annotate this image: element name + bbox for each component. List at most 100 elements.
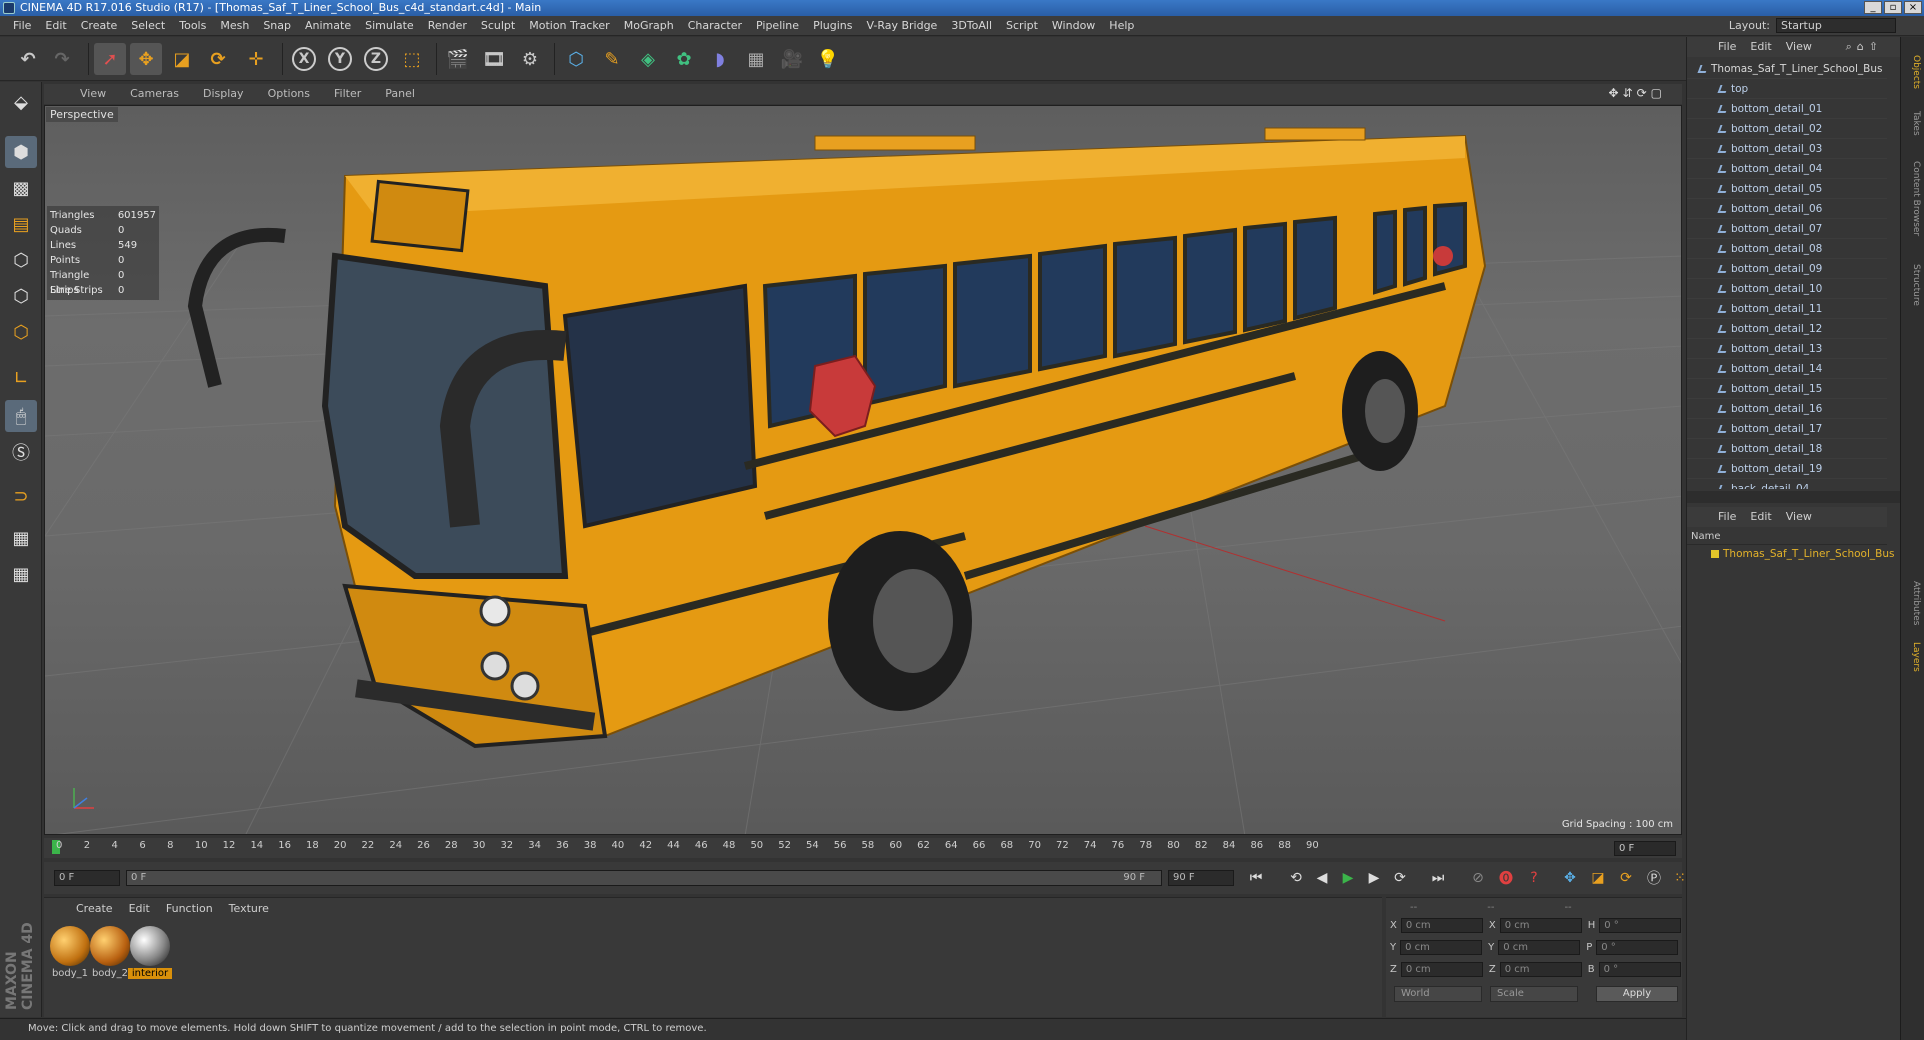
menu-file[interactable]: File: [6, 16, 38, 36]
key-parameter-icon[interactable]: Ⓟ: [1642, 866, 1666, 890]
search-icon[interactable]: ⌕: [1846, 40, 1852, 54]
object-list-item[interactable]: bottom_detail_14: [1687, 359, 1887, 379]
magnet-icon[interactable]: ⊃: [5, 480, 37, 512]
menu-window[interactable]: Window: [1045, 16, 1102, 36]
redo-icon[interactable]: ↷: [46, 43, 78, 75]
maximize-view-icon[interactable]: ▢: [1651, 86, 1662, 100]
render-to-picture-viewer-icon[interactable]: 🎞: [478, 43, 510, 75]
tab-layers[interactable]: Layers: [1905, 637, 1921, 677]
previous-key-icon[interactable]: ⟲: [1284, 866, 1308, 890]
menu-create[interactable]: Create: [74, 16, 125, 36]
tab-content-browser[interactable]: Content Browser: [1905, 149, 1921, 249]
minimize-button[interactable]: _: [1864, 1, 1882, 14]
deformer-icon[interactable]: ◗: [704, 43, 736, 75]
timeline-ruler[interactable]: 0 F 0 2 4 6 8 10 12 14 16 18 20 22 24 26 28 30 32 34 36 38 4…: [44, 838, 1682, 858]
key-scale-icon[interactable]: ◪: [1586, 866, 1610, 890]
material-swatch[interactable]: body_1: [48, 926, 92, 979]
material-menu-function[interactable]: Function: [158, 898, 221, 920]
tab-objects[interactable]: Objects: [1905, 47, 1921, 97]
object-list-item[interactable]: back_detail_04: [1687, 479, 1887, 489]
array-icon[interactable]: ✿: [668, 43, 700, 75]
coordinate-system-icon[interactable]: ⬚: [396, 43, 428, 75]
move-icon[interactable]: ✥: [130, 43, 162, 75]
perspective-viewport[interactable]: Perspective Triangles 601957 Quads 0 Lines 54…: [44, 105, 1682, 835]
start-frame-field[interactable]: 0 F: [54, 870, 120, 886]
menu-animate[interactable]: Animate: [298, 16, 358, 36]
object-list-item[interactable]: bottom_detail_07: [1687, 219, 1887, 239]
viewport-menu-view[interactable]: View: [68, 84, 118, 104]
keyframe-selection-icon[interactable]: ?: [1522, 866, 1546, 890]
orbit-icon[interactable]: ⟳: [1637, 86, 1647, 100]
menu-select[interactable]: Select: [124, 16, 172, 36]
scale-mode-dropdown[interactable]: Scale: [1490, 986, 1578, 1002]
scale-icon[interactable]: ◪: [166, 43, 198, 75]
viewport-camera-label[interactable]: Perspective: [46, 107, 118, 122]
material-menu-texture[interactable]: Texture: [221, 898, 277, 920]
menu-character[interactable]: Character: [681, 16, 749, 36]
menu-sculpt[interactable]: Sculpt: [474, 16, 522, 36]
menu-pipeline[interactable]: Pipeline: [749, 16, 806, 36]
object-list-item[interactable]: bottom_detail_18: [1687, 439, 1887, 459]
key-position-icon[interactable]: ✥: [1558, 866, 1582, 890]
material-swatch[interactable]: interior: [128, 926, 172, 979]
restore-button[interactable]: ▫: [1884, 1, 1902, 14]
object-list-item[interactable]: bottom_detail_03: [1687, 139, 1887, 159]
frame-range-slider[interactable]: 0 F 90 F: [126, 870, 1162, 886]
menu-render[interactable]: Render: [421, 16, 474, 36]
object-list-item[interactable]: bottom_detail_06: [1687, 199, 1887, 219]
coordinate-value-field[interactable]: 0 cm: [1400, 962, 1483, 977]
next-frame-icon[interactable]: ▶: [1362, 866, 1386, 890]
dolly-icon[interactable]: ⇵: [1623, 86, 1633, 100]
object-list-item[interactable]: bottom_detail_15: [1687, 379, 1887, 399]
object-list-item[interactable]: bottom_detail_19: [1687, 459, 1887, 479]
points-mode-icon[interactable]: ⬡: [5, 244, 37, 276]
apply-button[interactable]: Apply: [1596, 986, 1678, 1002]
coordinate-value-field[interactable]: 0 cm: [1400, 918, 1483, 933]
object-menu-edit[interactable]: Edit: [1743, 37, 1778, 57]
make-editable-icon[interactable]: ⬙: [5, 86, 37, 118]
menu-snap[interactable]: Snap: [256, 16, 298, 36]
autokey-icon[interactable]: ⓿: [1494, 866, 1518, 890]
previous-frame-icon[interactable]: ◀: [1310, 866, 1334, 890]
menu-help[interactable]: Help: [1102, 16, 1141, 36]
lock-workplane-icon[interactable]: ▦: [5, 522, 37, 554]
record-keys-icon[interactable]: ⊘: [1466, 866, 1490, 890]
object-list-item[interactable]: top: [1687, 79, 1887, 99]
material-menu-edit[interactable]: Edit: [121, 898, 158, 920]
object-list-item[interactable]: bottom_detail_02: [1687, 119, 1887, 139]
camera-icon[interactable]: 🎥: [776, 43, 808, 75]
object-list-item[interactable]: bottom_detail_05: [1687, 179, 1887, 199]
viewport-menu-options[interactable]: Options: [256, 84, 322, 104]
key-rotation-icon[interactable]: ⟳: [1614, 866, 1638, 890]
viewport-menu-display[interactable]: Display: [191, 84, 256, 104]
close-button[interactable]: ×: [1904, 1, 1922, 14]
object-list-item[interactable]: bottom_detail_13: [1687, 339, 1887, 359]
object-list-item[interactable]: bottom_detail_12: [1687, 319, 1887, 339]
object-list-item[interactable]: bottom_detail_08: [1687, 239, 1887, 259]
cube-icon[interactable]: ⬡: [560, 43, 592, 75]
coordinate-space-dropdown[interactable]: World: [1394, 986, 1482, 1002]
home-icon[interactable]: ⌂: [1857, 40, 1864, 54]
z-axis-icon[interactable]: Z: [360, 43, 392, 75]
edges-mode-icon[interactable]: ⬡: [5, 280, 37, 312]
pan-icon[interactable]: ✥: [1608, 86, 1618, 100]
menu-tools[interactable]: Tools: [172, 16, 213, 36]
subdivision-icon[interactable]: ◈: [632, 43, 664, 75]
undo-icon[interactable]: ↶: [12, 43, 44, 75]
menu-script[interactable]: Script: [999, 16, 1045, 36]
pen-icon[interactable]: ✎: [596, 43, 628, 75]
go-to-end-icon[interactable]: ⏭: [1426, 866, 1450, 890]
object-list-item[interactable]: bottom_detail_17: [1687, 419, 1887, 439]
material-swatch[interactable]: body_2: [88, 926, 132, 979]
rotate-icon[interactable]: ⟳: [202, 43, 234, 75]
render-settings-icon[interactable]: ⚙: [514, 43, 546, 75]
object-menu-view[interactable]: View: [1779, 37, 1819, 57]
polygons-mode-icon[interactable]: ⬡: [5, 316, 37, 348]
menu-v-ray-bridge[interactable]: V-Ray Bridge: [859, 16, 944, 36]
tweak-mode-icon[interactable]: 🖱: [5, 400, 37, 432]
menu-mesh[interactable]: Mesh: [213, 16, 256, 36]
object-list[interactable]: Thomas_Saf_T_Liner_School_Bus top bottom_d…: [1687, 59, 1887, 489]
layout-dropdown[interactable]: Startup: [1776, 18, 1896, 33]
menu-plugins[interactable]: Plugins: [806, 16, 859, 36]
current-frame-field[interactable]: 0 F: [1614, 841, 1676, 856]
